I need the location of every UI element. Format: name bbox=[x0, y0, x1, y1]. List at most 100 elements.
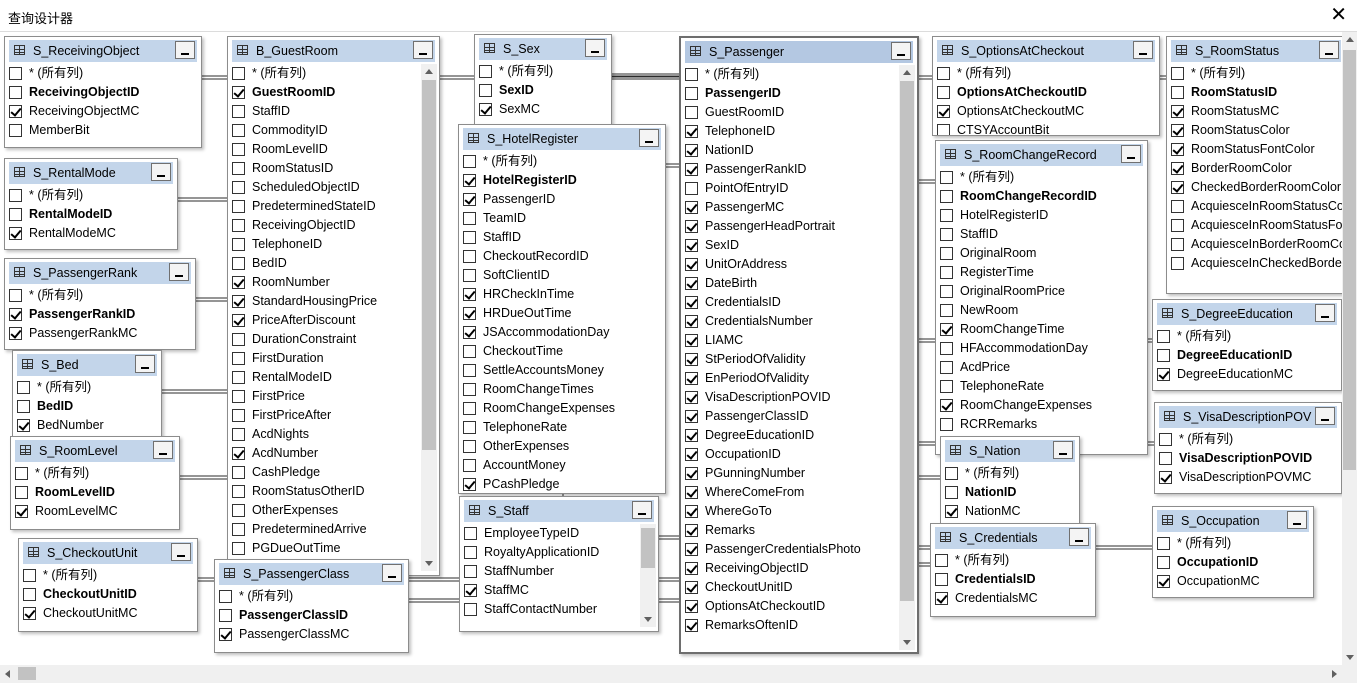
minimize-button[interactable] bbox=[1319, 41, 1339, 59]
column-row[interactable]: CredentialsID bbox=[931, 570, 1095, 589]
column-row[interactable]: TelephoneID bbox=[228, 235, 439, 254]
column-row[interactable]: CredentialsNumber bbox=[681, 312, 917, 331]
column-checkbox[interactable] bbox=[940, 266, 953, 279]
column-checkbox[interactable] bbox=[232, 67, 245, 80]
column-row[interactable]: OriginalRoomPrice bbox=[936, 282, 1147, 301]
column-row[interactable]: AcquiesceInBorderRoomColor bbox=[1167, 235, 1342, 254]
column-row[interactable]: VisaDescriptionPOVID bbox=[1155, 449, 1341, 468]
column-row[interactable]: ReceivingObjectID bbox=[5, 83, 201, 102]
column-checkbox[interactable] bbox=[685, 334, 698, 347]
table-s-degreeeducation[interactable]: S_DegreeEducation * (所有列) DegreeEducationI… bbox=[1152, 299, 1342, 391]
column-row[interactable]: OccupationID bbox=[1153, 553, 1313, 572]
column-checkbox[interactable] bbox=[232, 523, 245, 536]
column-checkbox[interactable] bbox=[940, 190, 953, 203]
column-row[interactable]: DurationConstraint bbox=[228, 330, 439, 349]
column-checkbox[interactable] bbox=[232, 428, 245, 441]
table-s-receivingobject[interactable]: S_ReceivingObject * (所有列) ReceivingObjectI… bbox=[4, 36, 202, 148]
column-checkbox[interactable] bbox=[479, 65, 492, 78]
minimize-button[interactable] bbox=[1315, 407, 1335, 425]
column-row[interactable]: HotelRegisterID bbox=[459, 171, 665, 190]
column-row[interactable]: * (所有列) bbox=[1155, 430, 1341, 449]
column-checkbox[interactable] bbox=[463, 383, 476, 396]
column-row[interactable]: OriginalRoom bbox=[936, 244, 1147, 263]
column-checkbox[interactable] bbox=[464, 565, 477, 578]
column-row[interactable]: ReceivingObjectMC bbox=[5, 102, 201, 121]
column-row[interactable]: RoyaltyApplicationID bbox=[460, 543, 658, 562]
column-row[interactable]: PassengerRankID bbox=[681, 160, 917, 179]
column-checkbox[interactable] bbox=[1159, 433, 1172, 446]
diagram-horizontal-scrollbar[interactable] bbox=[0, 665, 1342, 683]
column-row[interactable]: * (所有列) bbox=[941, 464, 1079, 483]
column-checkbox[interactable] bbox=[232, 181, 245, 194]
column-checkbox[interactable] bbox=[1157, 537, 1170, 550]
column-row[interactable]: OtherExpenses bbox=[459, 437, 665, 456]
column-row[interactable]: StaffContactNumber bbox=[460, 600, 658, 619]
minimize-button[interactable] bbox=[169, 263, 189, 281]
column-checkbox[interactable] bbox=[15, 486, 28, 499]
column-checkbox[interactable] bbox=[940, 323, 953, 336]
column-row[interactable]: RCRRemarks bbox=[936, 415, 1147, 434]
column-checkbox[interactable] bbox=[17, 419, 30, 432]
column-row[interactable]: RoomChangeTimes bbox=[459, 380, 665, 399]
column-row[interactable]: * (所有列) bbox=[1153, 534, 1313, 553]
table-s-sex[interactable]: S_Sex * (所有列) SexID SexMC bbox=[474, 34, 612, 128]
column-checkbox[interactable] bbox=[463, 402, 476, 415]
column-row[interactable]: RoomChangeExpenses bbox=[459, 399, 665, 418]
column-checkbox[interactable] bbox=[232, 542, 245, 555]
scroll-up-arrow-icon[interactable] bbox=[1342, 32, 1357, 48]
column-row[interactable]: StaffID bbox=[936, 225, 1147, 244]
table-s-nation[interactable]: S_Nation * (所有列) NationID NationMC bbox=[940, 436, 1080, 530]
table-s-roomlevel[interactable]: S_RoomLevel * (所有列) RoomLevelID RoomLevelMC bbox=[10, 436, 180, 530]
column-row[interactable]: PointOfEntryID bbox=[681, 179, 917, 198]
column-checkbox[interactable] bbox=[232, 485, 245, 498]
column-row[interactable]: Remarks bbox=[681, 521, 917, 540]
diagram-pane[interactable]: S_ReceivingObject * (所有列) ReceivingObjectI… bbox=[0, 32, 1342, 665]
column-checkbox[interactable] bbox=[1171, 67, 1184, 80]
column-checkbox[interactable] bbox=[23, 607, 36, 620]
column-row[interactable]: HRDueOutTime bbox=[459, 304, 665, 323]
minimize-button[interactable] bbox=[151, 163, 171, 181]
column-checkbox[interactable] bbox=[685, 600, 698, 613]
column-checkbox[interactable] bbox=[463, 250, 476, 263]
column-row[interactable]: StaffID bbox=[459, 228, 665, 247]
column-checkbox[interactable] bbox=[940, 209, 953, 222]
column-row[interactable]: EmployeeTypeID bbox=[460, 524, 658, 543]
column-checkbox[interactable] bbox=[463, 345, 476, 358]
column-row[interactable]: StandardHousingPrice bbox=[228, 292, 439, 311]
column-row[interactable]: PGDueOutTime bbox=[228, 539, 439, 558]
column-checkbox[interactable] bbox=[9, 227, 22, 240]
column-row[interactable]: WhereComeFrom bbox=[681, 483, 917, 502]
column-row[interactable]: PriceAfterDiscount bbox=[228, 311, 439, 330]
column-checkbox[interactable] bbox=[232, 238, 245, 251]
column-row[interactable]: BedID bbox=[228, 254, 439, 273]
column-checkbox[interactable] bbox=[685, 353, 698, 366]
scroll-down-arrow-icon[interactable] bbox=[899, 634, 915, 650]
column-row[interactable]: NewRoom bbox=[936, 301, 1147, 320]
column-checkbox[interactable] bbox=[464, 527, 477, 540]
column-checkbox[interactable] bbox=[463, 288, 476, 301]
column-row[interactable]: RoomChangeTime bbox=[936, 320, 1147, 339]
minimize-button[interactable] bbox=[135, 355, 155, 373]
column-row[interactable]: FirstPrice bbox=[228, 387, 439, 406]
column-checkbox[interactable] bbox=[685, 144, 698, 157]
column-row[interactable]: ReceivingObjectID bbox=[681, 559, 917, 578]
column-checkbox[interactable] bbox=[945, 486, 958, 499]
column-row[interactable]: RentalModeMC bbox=[5, 224, 177, 243]
column-checkbox[interactable] bbox=[1159, 452, 1172, 465]
table-s-roomstatus[interactable]: S_RoomStatus * (所有列) RoomStatusID RoomStatu… bbox=[1166, 36, 1342, 294]
scroll-up-arrow-icon[interactable] bbox=[899, 65, 915, 81]
column-row[interactable]: PassengerHeadPortrait bbox=[681, 217, 917, 236]
column-checkbox[interactable] bbox=[1171, 143, 1184, 156]
table-header[interactable]: S_Occupation bbox=[1157, 510, 1309, 532]
table-header[interactable]: S_DegreeEducation bbox=[1157, 303, 1337, 325]
column-checkbox[interactable] bbox=[685, 201, 698, 214]
column-checkbox[interactable] bbox=[9, 105, 22, 118]
column-checkbox[interactable] bbox=[9, 189, 22, 202]
table-header[interactable]: S_PassengerClass bbox=[219, 563, 404, 585]
column-checkbox[interactable] bbox=[17, 400, 30, 413]
column-row[interactable]: * (所有列) bbox=[933, 64, 1159, 83]
minimize-button[interactable] bbox=[585, 39, 605, 57]
scroll-thumb[interactable] bbox=[18, 667, 36, 680]
column-row[interactable]: * (所有列) bbox=[459, 152, 665, 171]
column-checkbox[interactable] bbox=[9, 289, 22, 302]
